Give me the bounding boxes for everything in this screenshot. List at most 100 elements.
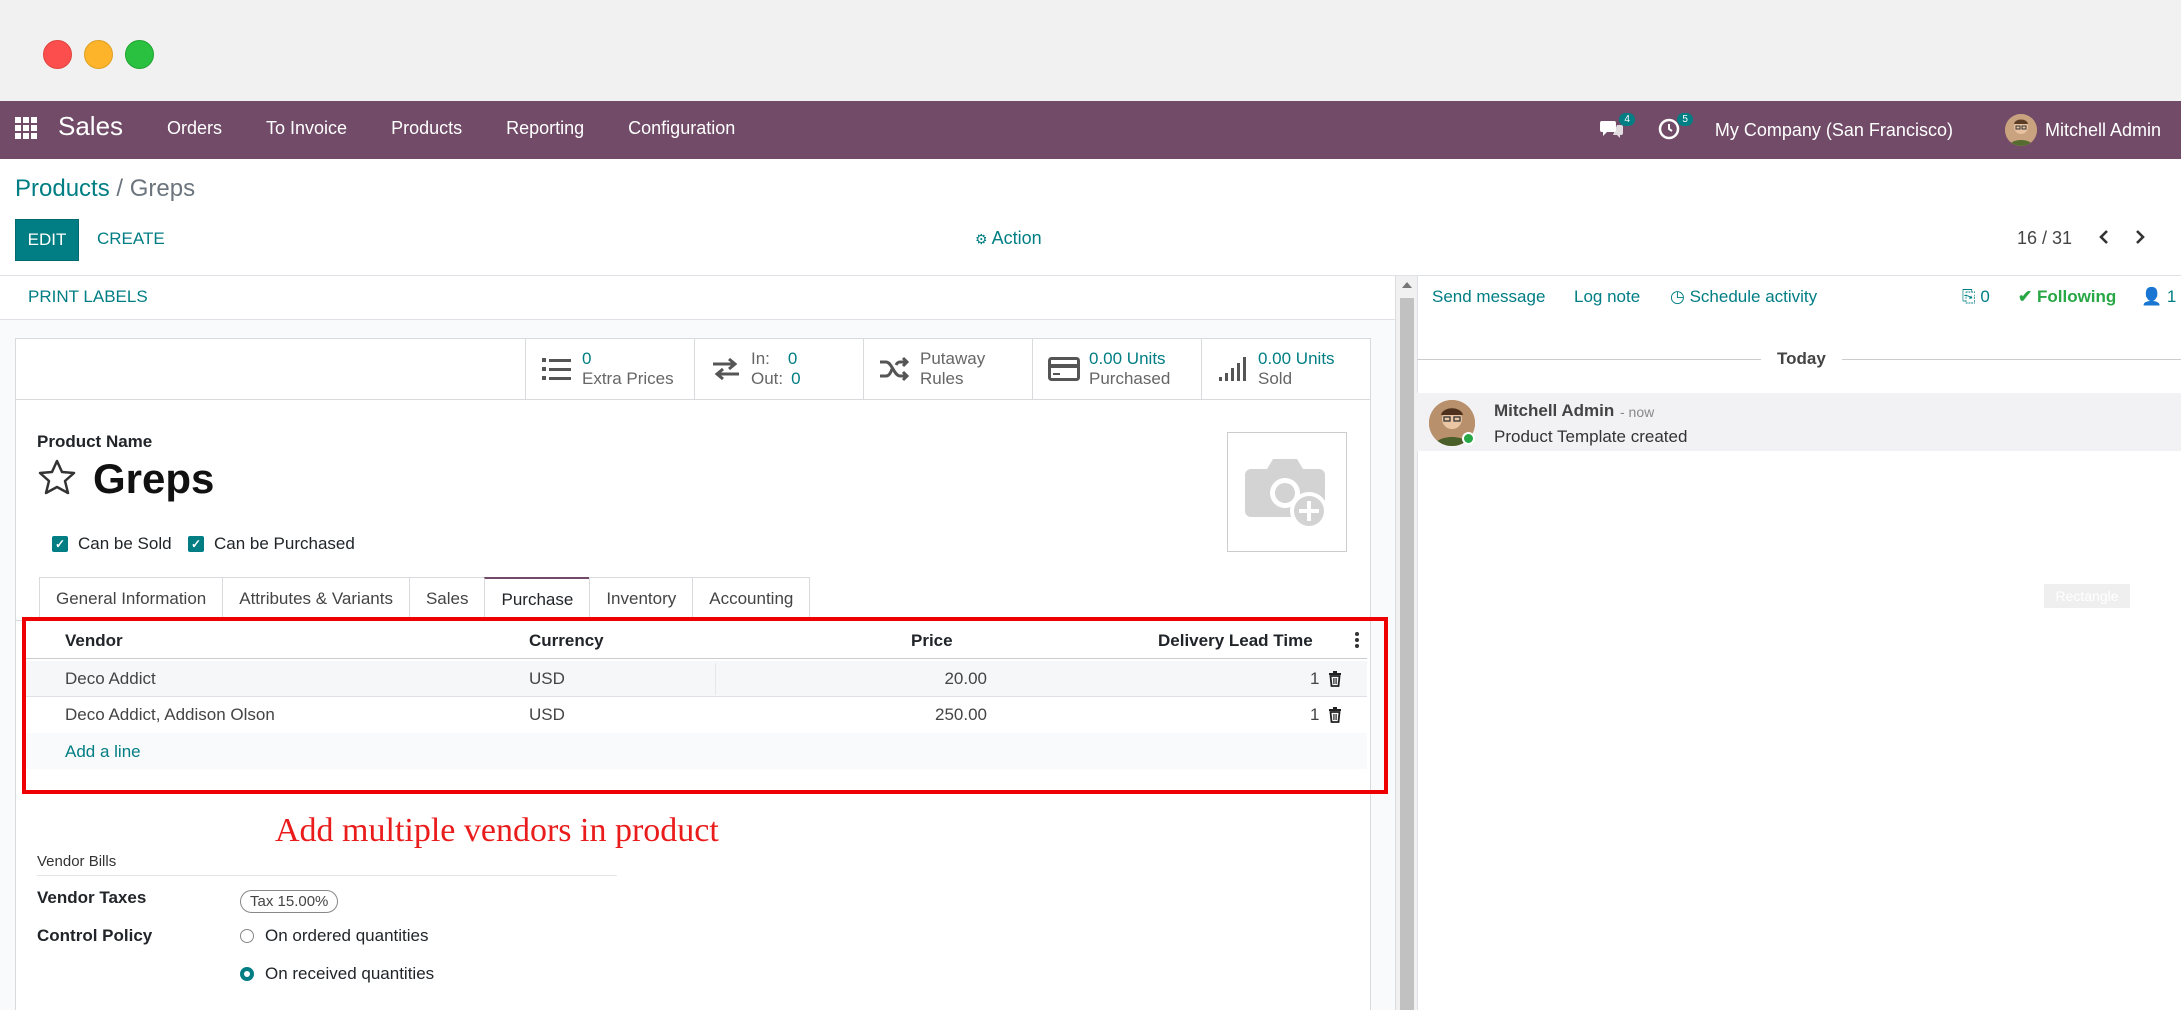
credit-card-icon bbox=[1047, 354, 1081, 384]
message-author[interactable]: Mitchell Admin bbox=[1494, 401, 1614, 421]
maximize-window-button[interactable] bbox=[125, 40, 154, 69]
breadcrumb-products-link[interactable]: Products bbox=[15, 175, 110, 202]
menu-item-to-invoice[interactable]: To Invoice bbox=[266, 118, 347, 139]
message-body: Product Template created bbox=[1494, 427, 1688, 446]
product-title: Greps bbox=[93, 455, 215, 502]
extra-prices-smart-button[interactable]: 0 Extra Prices bbox=[526, 338, 695, 400]
date-separator-label: Today bbox=[1777, 349, 1826, 368]
vendor-taxes-label: Vendor Taxes bbox=[37, 888, 147, 907]
purchased-value: 0.00 Units bbox=[1089, 348, 1166, 368]
messaging-icon[interactable]: 4 bbox=[1599, 113, 1635, 145]
radio-on-ordered-quantities[interactable]: On ordered quantities bbox=[240, 926, 429, 946]
paperclip-icon: ⎘ bbox=[1962, 287, 1976, 306]
pager-previous-button[interactable] bbox=[2090, 222, 2118, 252]
breadcrumb-separator: / bbox=[116, 175, 124, 202]
favorite-star-icon[interactable] bbox=[37, 458, 77, 505]
extra-prices-label: Extra Prices bbox=[582, 368, 674, 388]
following-button[interactable]: ✔ Following bbox=[2018, 287, 2116, 307]
tab-general-information[interactable]: General Information bbox=[39, 577, 223, 621]
rectangle-tooltip: Rectangle bbox=[2044, 584, 2130, 608]
radio-label-received: On received quantities bbox=[265, 964, 435, 983]
edit-button[interactable]: EDIT bbox=[15, 219, 79, 261]
putaway-rules-smart-button[interactable]: Putaway Rules bbox=[864, 338, 1033, 400]
can-be-purchased-label: Can be Purchased bbox=[214, 534, 355, 553]
followers-count: 1 bbox=[2166, 287, 2177, 306]
scrollbar-thumb[interactable] bbox=[1400, 298, 1414, 1010]
scroll-up-arrow-icon[interactable] bbox=[1402, 282, 1412, 288]
form-statusbar bbox=[0, 276, 1395, 320]
schedule-activity-button[interactable]: ◷ Schedule activity bbox=[1670, 287, 1817, 307]
menu-item-reporting[interactable]: Reporting bbox=[506, 118, 584, 139]
sold-value: 0.00 Units bbox=[1258, 348, 1335, 368]
menu-item-orders[interactable]: Orders bbox=[167, 118, 222, 139]
messaging-badge: 4 bbox=[1619, 113, 1635, 126]
can-be-sold-checkbox[interactable]: ✓ Can be Sold bbox=[52, 534, 172, 554]
company-switcher[interactable]: My Company (San Francisco) bbox=[1715, 120, 1953, 141]
tab-purchase[interactable]: Purchase bbox=[484, 577, 590, 621]
menu-item-configuration[interactable]: Configuration bbox=[628, 118, 735, 139]
check-icon: ✔ bbox=[2018, 287, 2033, 306]
out-value: 0 bbox=[791, 368, 801, 388]
putaway-label-line2: Rules bbox=[920, 368, 964, 388]
tab-accounting[interactable]: Accounting bbox=[692, 577, 811, 621]
tab-attributes-variants[interactable]: Attributes & Variants bbox=[222, 577, 409, 621]
tab-inventory[interactable]: Inventory bbox=[589, 577, 693, 621]
log-note-button[interactable]: Log note bbox=[1574, 287, 1640, 307]
tax-tag-badge[interactable]: Tax 15.00% bbox=[240, 890, 339, 913]
smart-button-divider bbox=[15, 399, 1371, 400]
pager-value[interactable]: 16 / 31 bbox=[2017, 228, 2072, 249]
in-value: 0 bbox=[787, 348, 798, 368]
date-separator-line-right bbox=[1842, 359, 2181, 360]
camera-plus-icon bbox=[1245, 459, 1328, 530]
create-button[interactable]: CREATE bbox=[97, 229, 165, 249]
exchange-arrows-icon bbox=[709, 354, 743, 384]
tab-sales[interactable]: Sales bbox=[408, 577, 485, 621]
user-avatar[interactable] bbox=[2004, 114, 2037, 146]
followers-button[interactable]: 👤 1 bbox=[2141, 287, 2176, 307]
window-titlebar bbox=[0, 0, 2181, 101]
purchased-smart-button[interactable]: 0.00 Units Purchased bbox=[1033, 338, 1202, 400]
pager-next-button[interactable] bbox=[2126, 222, 2154, 252]
attachments-count: 0 bbox=[1980, 287, 1990, 306]
following-label: Following bbox=[2036, 287, 2117, 306]
navbar-systray: 4 5 My Company (San Francisco) Mitchell … bbox=[1599, 101, 2181, 159]
message-time: - now bbox=[1620, 404, 1655, 420]
vendor-bills-divider bbox=[37, 875, 617, 876]
control-policy-label: Control Policy bbox=[37, 926, 153, 945]
app-brand[interactable]: Sales bbox=[58, 111, 123, 142]
action-dropdown[interactable]: ⚙ Action bbox=[975, 228, 1042, 249]
extra-prices-value: 0 bbox=[582, 348, 592, 368]
attachments-button[interactable]: ⎘ 0 bbox=[1962, 287, 1990, 307]
activities-badge: 5 bbox=[1677, 113, 1693, 126]
minimize-window-button[interactable] bbox=[84, 40, 113, 69]
notebook-tabs: General Information Attributes & Variant… bbox=[39, 577, 811, 621]
top-navbar: Sales Orders To Invoice Products Reporti… bbox=[0, 101, 2181, 159]
annotation-text: Add multiple vendors in product bbox=[275, 812, 719, 849]
activities-clock-icon[interactable]: 5 bbox=[1657, 113, 1693, 145]
can-be-purchased-checkbox[interactable]: ✓ Can be Purchased bbox=[188, 534, 355, 554]
chevron-right-icon bbox=[2136, 230, 2145, 244]
putaway-label-line1: Putaway bbox=[920, 348, 986, 368]
menu-item-products[interactable]: Products bbox=[391, 118, 462, 139]
close-window-button[interactable] bbox=[43, 40, 72, 69]
radio-on-received-quantities[interactable]: On received quantities bbox=[240, 964, 434, 984]
send-message-button[interactable]: Send message bbox=[1432, 287, 1545, 307]
radio-button-icon bbox=[240, 929, 254, 943]
clock-icon: ◷ bbox=[1670, 287, 1685, 306]
check-icon: ✓ bbox=[188, 536, 204, 552]
can-be-sold-label: Can be Sold bbox=[78, 534, 172, 553]
product-name-label: Product Name bbox=[37, 432, 153, 451]
chevron-left-icon bbox=[2099, 230, 2108, 244]
print-labels-button[interactable]: PRINT LABELS bbox=[28, 287, 148, 307]
form-scrollbar[interactable] bbox=[1395, 276, 1417, 1010]
in-out-smart-button[interactable]: In: 0 Out: 0 bbox=[695, 338, 864, 400]
check-icon: ✓ bbox=[52, 536, 68, 552]
breadcrumb-current: Greps bbox=[129, 175, 196, 202]
date-separator-line-left bbox=[1417, 359, 1761, 360]
product-image-upload[interactable] bbox=[1227, 432, 1347, 552]
sold-label: Sold bbox=[1258, 368, 1293, 388]
apps-menu-icon[interactable] bbox=[15, 117, 37, 139]
radio-button-selected-icon bbox=[240, 967, 254, 981]
sold-smart-button[interactable]: 0.00 Units Sold bbox=[1202, 338, 1371, 400]
user-menu[interactable]: Mitchell Admin bbox=[2045, 120, 2161, 141]
